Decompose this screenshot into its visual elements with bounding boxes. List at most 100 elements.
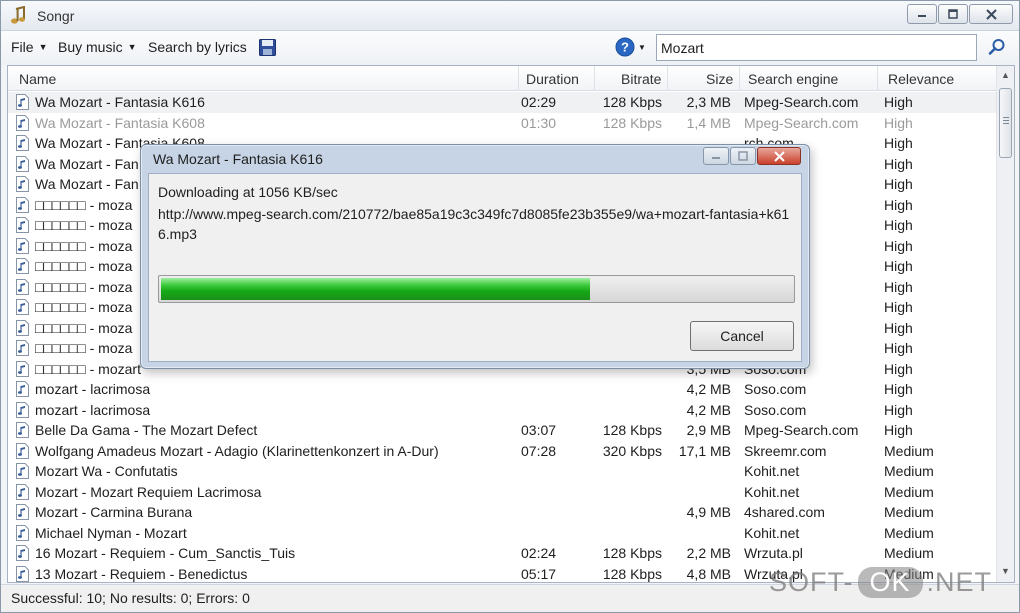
column-divider[interactable] — [594, 66, 595, 91]
cell-search-engine: Skreemr.com — [744, 442, 827, 459]
cell-size: 4,8 MB — [686, 565, 731, 582]
cell-search-engine: Kohit.net — [744, 524, 800, 541]
table-row[interactable]: Mozart Wa - Confutatis Kohit.net Medium — [8, 461, 996, 482]
cell-name: Wa Mozart - Fan — [35, 176, 139, 192]
dialog-minimize-button[interactable] — [703, 147, 729, 165]
vertical-scrollbar[interactable]: ▲ ▼ — [996, 66, 1014, 582]
floppy-disk-icon[interactable] — [259, 39, 276, 56]
cell-name: □□□□□□ - moza — [35, 237, 133, 254]
table-row[interactable]: Mozart - Carmina Burana 4,9 MB 4shared.com… — [8, 502, 996, 523]
cell-bitrate: 128 Kbps — [602, 422, 662, 438]
cell-bitrate: 128 Kbps — [602, 114, 662, 131]
table-row[interactable]: Wa Mozart - Fantasia K608 01:30 128 Kbps 1,… — [8, 113, 996, 134]
column-header-size[interactable]: Size — [706, 71, 733, 87]
file-menu-label: File — [11, 39, 34, 55]
audio-file-icon — [16, 381, 29, 397]
search-by-lyrics-button[interactable]: Search by lyrics — [148, 39, 247, 55]
column-divider[interactable] — [518, 66, 519, 91]
svg-text:?: ? — [621, 40, 629, 55]
cell-relevance: High — [884, 217, 913, 233]
table-row[interactable]: Wolfgang Amadeus Mozart - Adagio (Klarin… — [8, 441, 996, 462]
column-header-duration[interactable]: Duration — [526, 71, 579, 87]
cell-size: 4,9 MB — [686, 504, 731, 520]
cell-name: □□□□□□ - moza — [35, 217, 133, 233]
cell-search-engine: Kohit.net — [744, 463, 800, 479]
scroll-down-icon[interactable]: ▼ — [1001, 566, 1010, 576]
file-menu[interactable]: File ▼ — [11, 39, 47, 55]
cell-duration: 02:29 — [521, 94, 557, 110]
cell-name: □□□□□□ - moza — [35, 299, 133, 315]
watermark-right: .NET — [926, 567, 993, 597]
audio-file-icon — [16, 401, 29, 418]
cell-search-engine: 4shared.com — [744, 504, 825, 520]
column-header-relevance[interactable]: Relevance — [888, 71, 954, 87]
audio-file-icon — [16, 155, 29, 172]
chevron-down-icon: ▼ — [38, 42, 48, 52]
dialog-close-button[interactable] — [757, 147, 801, 165]
maximize-button[interactable] — [938, 4, 968, 24]
minimize-icon — [712, 157, 720, 159]
cell-relevance: Medium — [884, 504, 934, 520]
close-button[interactable] — [969, 4, 1013, 24]
table-row[interactable]: Wa Mozart - Fantasia K616 02:29 128 Kbps 2,… — [8, 92, 996, 113]
cell-relevance: High — [884, 278, 913, 295]
songr-window: Songr File ▼ Buy music ▼ Search by lyrics … — [0, 0, 1020, 613]
table-row[interactable]: mozart - lacrimosa 4,2 MB Soso.com High — [8, 400, 996, 421]
buy-music-label: Buy music — [58, 39, 123, 55]
audio-file-icon — [16, 524, 29, 541]
cell-relevance: High — [884, 401, 913, 418]
audio-file-icon — [16, 176, 29, 192]
column-header-search-engine[interactable]: Search engine — [748, 71, 838, 87]
cell-name: mozart - lacrimosa — [35, 381, 151, 397]
cell-relevance: High — [884, 381, 913, 397]
cell-relevance: High — [884, 176, 913, 192]
table-row[interactable]: Michael Nyman - Mozart Kohit.net Medium — [8, 523, 996, 544]
download-status: Downloading at 1056 KB/sec — [158, 184, 338, 200]
cell-search-engine: Mpeg-Search.com — [744, 114, 859, 131]
scrollbar-thumb[interactable] — [999, 88, 1012, 158]
cancel-button[interactable]: Cancel — [690, 321, 794, 351]
column-divider[interactable] — [667, 66, 668, 91]
table-row[interactable]: mozart - lacrimosa 4,2 MB Soso.com High — [8, 379, 996, 400]
cell-name: Mozart - Carmina Burana — [35, 504, 193, 520]
buy-music-menu[interactable]: Buy music ▼ — [58, 39, 137, 55]
cell-relevance: Medium — [884, 442, 934, 459]
cell-search-engine: Kohit.net — [744, 483, 800, 500]
cell-name: Wolfgang Amadeus Mozart - Adagio (Klarin… — [35, 442, 439, 459]
column-divider[interactable] — [739, 66, 740, 91]
audio-file-icon — [16, 114, 29, 131]
minimize-button[interactable] — [907, 4, 937, 24]
column-header-name[interactable]: Name — [19, 71, 56, 87]
cell-duration: 07:28 — [521, 442, 557, 459]
cell-size: 4,2 MB — [686, 401, 731, 418]
audio-file-icon — [16, 565, 29, 582]
cell-name: Wa Mozart - Fantasia K616 — [35, 94, 205, 110]
list-header: Name Duration Bitrate Size Search engine… — [8, 66, 996, 91]
scroll-up-icon[interactable]: ▲ — [1001, 70, 1010, 80]
cell-name: Mozart - Mozart Requiem Lacrimosa — [35, 483, 262, 500]
cell-name: Michael Nyman - Mozart — [35, 524, 187, 541]
search-input[interactable] — [656, 34, 977, 61]
table-row[interactable]: Mozart - Mozart Requiem Lacrimosa Kohit.n… — [8, 482, 996, 503]
magnifier-icon[interactable] — [988, 38, 1006, 56]
cell-relevance: High — [884, 258, 913, 274]
audio-file-icon — [16, 217, 29, 233]
cell-size: 2,2 MB — [686, 545, 731, 561]
help-icon[interactable]: ? — [615, 37, 635, 57]
cell-relevance: High — [884, 155, 913, 172]
toolbar: File ▼ Buy music ▼ Search by lyrics ? ▼ — [1, 31, 1019, 65]
grip-line — [1003, 123, 1009, 124]
help-dropdown-icon[interactable]: ▼ — [638, 43, 646, 52]
audio-file-icon — [16, 360, 29, 377]
cell-name: Belle Da Gama - The Mozart Defect — [35, 422, 258, 438]
cell-size: 2,9 MB — [686, 422, 731, 438]
dialog-maximize-button[interactable] — [730, 147, 756, 165]
close-icon — [773, 150, 785, 162]
audio-file-icon — [16, 196, 29, 213]
cell-size: 17,1 MB — [678, 442, 731, 459]
table-row[interactable]: Belle Da Gama - The Mozart Defect 03:07 12… — [8, 420, 996, 441]
chevron-down-icon: ▼ — [127, 42, 137, 52]
column-divider[interactable] — [877, 66, 878, 91]
column-header-bitrate[interactable]: Bitrate — [621, 71, 661, 87]
table-row[interactable]: 16 Mozart - Requiem - Cum_Sanctis_Tuis 02… — [8, 543, 996, 564]
